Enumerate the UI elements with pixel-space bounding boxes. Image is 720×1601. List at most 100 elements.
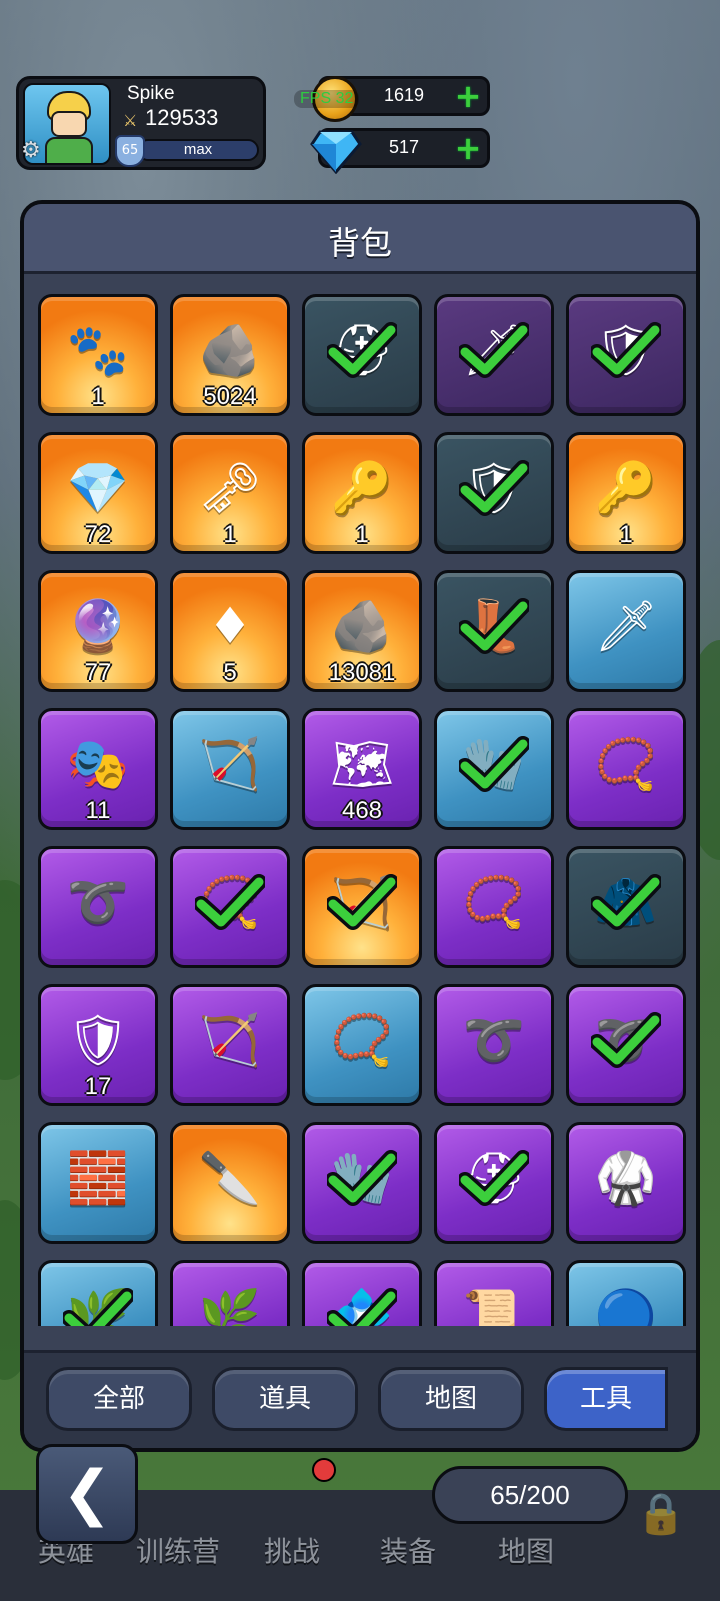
lock-icon: 🔒 [636,1491,686,1537]
inventory-slot[interactable]: 🛡 [566,294,686,416]
add-gold-button[interactable]: + [453,80,483,112]
inventory-slot[interactable]: 📿 [302,984,422,1106]
scroll-icon: 📜 [462,1287,526,1326]
inventory-slot[interactable]: ⛑ [434,1122,554,1244]
rope-icon: ➰ [462,1011,526,1070]
inventory-slot[interactable]: 🧤 [434,708,554,830]
equipped-check-icon [327,322,397,379]
inventory-slot[interactable]: 🔪 [170,1122,290,1244]
equipped-check-icon [327,1150,397,1207]
inventory-grid: 🐾 1 🪨 5024 ⛑ 🗡 🛡 💎 72 🗝 1 🔑 1 🛡 🔑 1 🔮 77 ♦ 5 🪨 13081 👢 🗡 🎭 11 🏹 🗺 46… [38,294,686,1326]
inventory-slot[interactable]: 📿 [434,846,554,968]
tab-tools[interactable]: 工具 [544,1367,668,1431]
inventory-slot[interactable]: 🗡 [566,570,686,692]
inventory-slot[interactable]: 🔮 77 [38,570,158,692]
tab-all[interactable]: 全部 [46,1367,192,1431]
nav-item-challenge[interactable]: 挑战 [264,1530,320,1570]
inventory-slot[interactable]: 🗡 [434,294,554,416]
level-progress-bar: max [137,139,259,161]
equipped-check-icon [591,874,661,931]
nav-item-training-camp[interactable]: 训练营 [136,1530,220,1570]
orb-icon: 🔵 [594,1287,658,1326]
inventory-slot[interactable]: 🪨 13081 [302,570,422,692]
back-button[interactable]: ❮ [36,1444,138,1544]
inventory-slot[interactable]: ♦ 5 [170,570,290,692]
chest-armor-icon: 🥋 [594,1149,658,1208]
inventory-slot[interactable]: 🔑 1 [566,432,686,554]
panel-title: 背包 [327,224,392,262]
inventory-slot[interactable]: ➰ [566,984,686,1106]
inventory-slot[interactable]: 🛡 [434,432,554,554]
inventory-slot[interactable]: ➰ [434,984,554,1106]
gem-amount: 517 [388,137,420,157]
rope-icon: ➰ [66,873,130,932]
inventory-slot[interactable]: ➰ [38,846,158,968]
inventory-slot[interactable]: 📜 [434,1260,554,1326]
player-profile-card[interactable]: ⚙ Spike ⚔ 129533 65 max [16,76,266,170]
inventory-slot[interactable]: 🗺 468 [302,708,422,830]
arrows-icon: 🏹 [198,735,262,794]
purple-dust-icon: 🔮 [66,597,130,656]
fps-overlay: FPS 32 [294,90,360,108]
item-count: 5024 [203,383,257,410]
add-gems-button[interactable]: + [453,132,483,164]
nav-item-equipment[interactable]: 装备 [380,1530,436,1570]
curved-blade-icon: 🔪 [198,1149,262,1208]
panel-header: 背包 [24,204,696,274]
item-count: 468 [341,797,383,824]
necklace-icon: 📿 [462,873,526,932]
green-shield-icon: 🛡 [66,1011,130,1070]
item-count: 72 [84,521,112,548]
inventory-slot[interactable]: 🎭 11 [38,708,158,830]
item-count: 1 [91,383,105,410]
inventory-slot[interactable]: 🏹 [170,984,290,1106]
equipped-check-icon [591,1012,661,1069]
equipped-check-icon [195,874,265,931]
diamond-icon [310,130,362,174]
inventory-scroll-area[interactable]: 🐾 1 🪨 5024 ⛑ 🗡 🛡 💎 72 🗝 1 🔑 1 🛡 🔑 1 🔮 77 ♦ 5 🪨 13081 👢 🗡 🎭 11 🏹 🗺 46… [32,282,688,1326]
inventory-slot[interactable]: 💠 [302,1260,422,1326]
inventory-slot[interactable]: 🔑 1 [302,432,422,554]
tiki-mask-icon: 🎭 [66,735,130,794]
tab-items[interactable]: 道具 [212,1367,358,1431]
inventory-slot[interactable]: 🛡 17 [38,984,158,1106]
inventory-slot[interactable]: 🧱 [38,1122,158,1244]
inventory-slot[interactable]: 🧤 [302,1122,422,1244]
item-count: 11 [85,797,111,824]
item-count: 5 [223,659,237,686]
equipped-check-icon [459,736,529,793]
inventory-slot[interactable]: 🌿 [38,1260,158,1326]
equipped-check-icon [591,322,661,379]
equipped-check-icon [459,322,529,379]
inventory-slot[interactable]: 🏹 [170,708,290,830]
equipped-check-icon [459,1150,529,1207]
inventory-slot[interactable]: 🐾 1 [38,294,158,416]
crossed-swords-icon: ⚔ [123,111,138,130]
inventory-slot[interactable]: 🪨 5024 [170,294,290,416]
bronze-key-icon: 🔑 [594,459,658,518]
inventory-slot[interactable]: 🗝 1 [170,432,290,554]
inventory-slot[interactable]: 📿 [170,846,290,968]
gear-icon[interactable]: ⚙ [21,139,45,163]
inventory-slot[interactable]: 🥋 [566,1122,686,1244]
equipped-check-icon [459,598,529,655]
inventory-slot[interactable]: 🔵 [566,1260,686,1326]
inventory-slot[interactable]: ⛑ [302,294,422,416]
paw-icon: 🐾 [66,321,130,380]
inventory-slot[interactable]: 💎 72 [38,432,158,554]
inventory-slot[interactable]: 🌿 [170,1260,290,1326]
inventory-slot[interactable]: 🏹 [302,846,422,968]
red-crystal-icon: ♦ [207,597,253,656]
rune-stone-icon: 🪨 [198,321,262,380]
inventory-slot[interactable]: 👢 [434,570,554,692]
inventory-slot[interactable]: 📿 [566,708,686,830]
nav-item-map[interactable]: 地图 [498,1530,554,1570]
treasure-map-icon: 🗺 [330,735,394,794]
inventory-slot[interactable]: 🧥 [566,846,686,968]
filter-tabs: 全部 道具 地图 工具 [24,1350,696,1448]
item-count: 1 [223,521,237,548]
equipped-check-icon [63,1288,133,1326]
equipped-check-icon [327,1288,397,1326]
crystal-ore-icon: 💎 [66,459,130,518]
tab-maps[interactable]: 地图 [378,1367,524,1431]
